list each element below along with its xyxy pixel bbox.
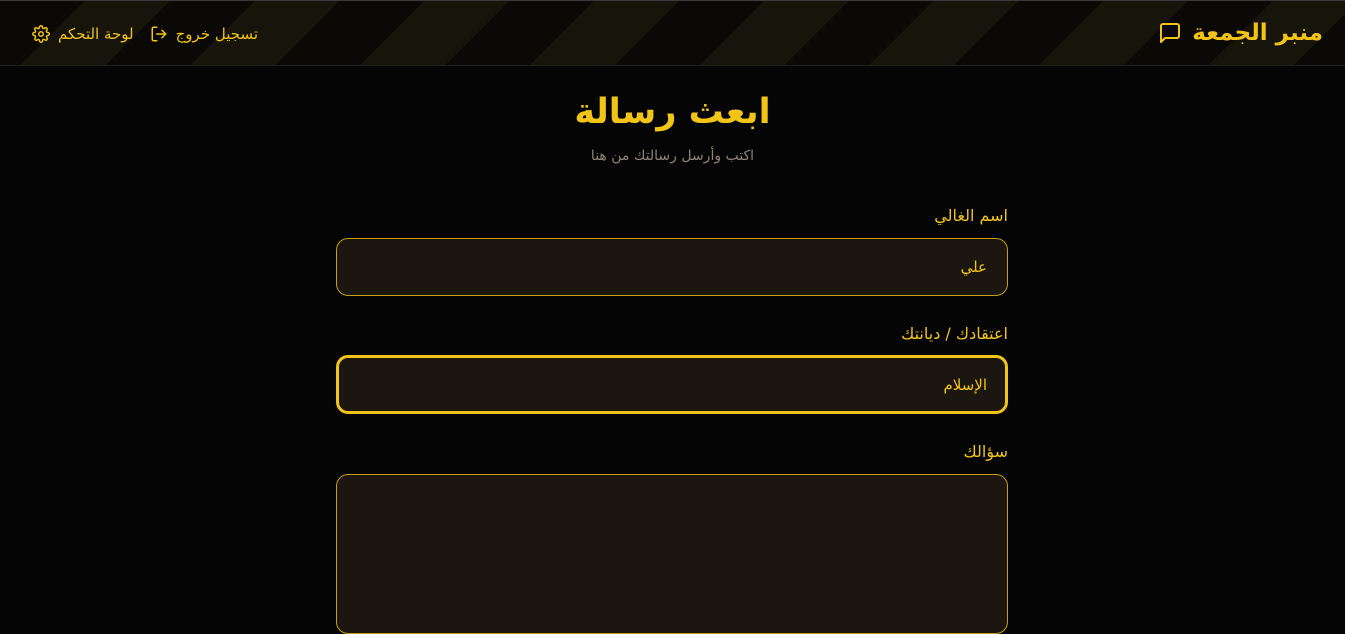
name-label: اسم الغالي (934, 206, 1008, 225)
brand-title: منبر الجمعة (1192, 20, 1323, 46)
header-nav: لوحة التحكم تسجيل خروج (32, 21, 258, 47)
dashboard-link[interactable]: لوحة التحكم (32, 25, 134, 43)
brand[interactable]: منبر الجمعة (1158, 15, 1323, 51)
logout-link[interactable]: تسجيل خروج (150, 25, 258, 43)
belief-label: اعتقادك / ديانتك (901, 324, 1008, 343)
question-label: سؤالك (963, 442, 1008, 461)
name-value: علي (960, 258, 987, 276)
name-input[interactable]: علي (336, 238, 1008, 296)
belief-input[interactable]: الإسلام (336, 355, 1008, 414)
dashboard-label: لوحة التحكم (58, 25, 134, 43)
log-out-icon (150, 25, 168, 43)
gear-icon (32, 25, 50, 43)
question-textarea[interactable] (336, 474, 1008, 634)
logout-label: تسجيل خروج (175, 25, 258, 43)
message-form: اسم الغالي علي اعتقادك / ديانتك الإسلام … (336, 0, 1008, 634)
message-square-icon (1158, 21, 1182, 45)
belief-value: الإسلام (943, 375, 987, 394)
